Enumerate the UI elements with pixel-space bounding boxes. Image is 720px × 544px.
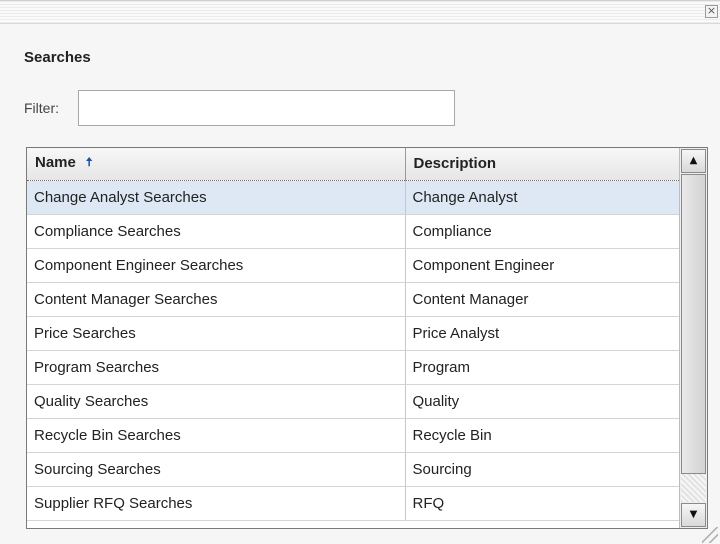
- scrollbar-track[interactable]: [681, 474, 706, 502]
- table-row[interactable]: Recycle Bin Searches Recycle Bin: [27, 418, 679, 453]
- table-row[interactable]: Sourcing Searches Sourcing: [27, 452, 679, 487]
- table-row[interactable]: Supplier RFQ Searches RFQ: [27, 486, 679, 521]
- row-description-cell: Price Analyst: [405, 316, 679, 351]
- row-description-cell: Sourcing: [405, 452, 679, 487]
- column-header-label: Description: [413, 155, 497, 173]
- table-row[interactable]: Compliance Searches Compliance: [27, 214, 679, 249]
- row-name-cell: Content Manager Searches: [27, 282, 406, 317]
- row-description-cell: Quality: [405, 384, 679, 419]
- row-name-cell: Compliance Searches: [27, 214, 406, 249]
- row-name-cell: Quality Searches: [27, 384, 406, 419]
- table-row[interactable]: Change Analyst Searches Change Analyst: [27, 180, 679, 215]
- row-name-cell: Change Analyst Searches: [27, 180, 406, 215]
- row-name-cell: Program Searches: [27, 350, 406, 385]
- searches-table: Name 🠅 Description Change Analyst Searche…: [27, 148, 679, 521]
- row-description-cell: RFQ: [405, 486, 679, 521]
- filter-label: Filter:: [24, 100, 59, 116]
- table-row[interactable]: Content Manager Searches Content Manager: [27, 282, 679, 317]
- table-row[interactable]: Price Searches Price Analyst: [27, 316, 679, 351]
- row-description-cell: Program: [405, 350, 679, 385]
- table-row[interactable]: Program Searches Program: [27, 350, 679, 385]
- dialog-title-bar[interactable]: ×: [0, 1, 720, 24]
- table-header-row: Name 🠅 Description: [27, 148, 679, 181]
- scroll-up-icon[interactable]: ▲: [681, 149, 706, 173]
- row-name-cell: Price Searches: [27, 316, 406, 351]
- searches-dialog: × Searches Filter: Name 🠅 Description Ch…: [0, 0, 720, 544]
- dialog-heading: Searches: [24, 49, 91, 66]
- sort-ascending-icon: 🠅: [85, 155, 93, 170]
- vertical-scrollbar[interactable]: ▲ ▼: [679, 148, 707, 528]
- row-description-cell: Content Manager: [405, 282, 679, 317]
- row-description-cell: Recycle Bin: [405, 418, 679, 453]
- column-header-label: Name: [35, 154, 76, 172]
- close-icon[interactable]: ×: [705, 5, 718, 18]
- column-header-name[interactable]: Name 🠅: [27, 148, 406, 181]
- scroll-down-icon[interactable]: ▼: [681, 503, 706, 527]
- resize-grip-icon[interactable]: [702, 527, 718, 543]
- table-row[interactable]: Quality Searches Quality: [27, 384, 679, 419]
- searches-grid: Name 🠅 Description Change Analyst Searche…: [26, 147, 708, 529]
- row-description-cell: Change Analyst: [405, 180, 679, 215]
- column-header-description[interactable]: Description: [405, 148, 679, 181]
- row-name-cell: Sourcing Searches: [27, 452, 406, 487]
- table-row[interactable]: Component Engineer Searches Component En…: [27, 248, 679, 283]
- filter-input[interactable]: [78, 90, 455, 126]
- row-description-cell: Compliance: [405, 214, 679, 249]
- row-name-cell: Component Engineer Searches: [27, 248, 406, 283]
- row-name-cell: Recycle Bin Searches: [27, 418, 406, 453]
- row-description-cell: Component Engineer: [405, 248, 679, 283]
- row-name-cell: Supplier RFQ Searches: [27, 486, 406, 521]
- scrollbar-thumb[interactable]: [681, 174, 706, 474]
